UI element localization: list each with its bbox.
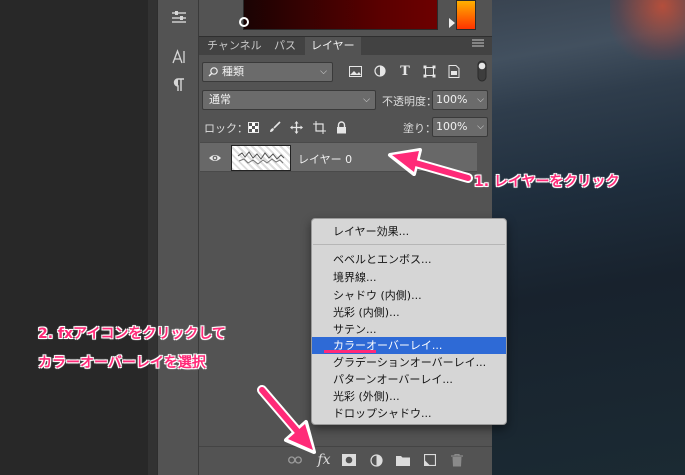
fill-value[interactable]: 100% xyxy=(436,120,467,133)
fx-icon[interactable]: fx xyxy=(314,452,334,468)
opacity-value[interactable]: 100% xyxy=(436,93,467,106)
adjustment-filter-icon[interactable] xyxy=(372,63,388,79)
opacity-label: 不透明度： xyxy=(382,95,437,108)
paragraph-icon[interactable] xyxy=(158,73,200,97)
canvas-area xyxy=(0,0,157,475)
annotation-step2-line2: カラーオーバーレイを選択 xyxy=(38,355,206,371)
fx-label: fx xyxy=(317,452,331,468)
fill-field[interactable]: 100% ⌵ xyxy=(432,117,488,137)
menu-item-drop-shadow[interactable]: ドロップシャドウ... xyxy=(312,405,506,422)
opacity-field[interactable]: 100% ⌵ xyxy=(432,90,488,110)
menu-item-layer-effects[interactable]: レイヤー効果... xyxy=(312,223,506,240)
annotation-step1: 1. レイヤーをクリック xyxy=(474,174,620,190)
lock-move-icon[interactable] xyxy=(289,120,303,134)
tab-paths[interactable]: パス xyxy=(268,37,302,56)
canvas-scroll-edge[interactable] xyxy=(148,0,157,475)
hue-slider-handle[interactable] xyxy=(449,18,455,28)
filter-kind-label: 種類 xyxy=(222,65,244,78)
search-icon xyxy=(208,63,219,87)
background-photo xyxy=(492,0,685,475)
new-layer-icon[interactable] xyxy=(422,452,438,468)
layer-style-menu: レイヤー効果... ベベルとエンボス... 境界線... シャドウ (内側)..… xyxy=(311,218,507,425)
chevron-down-icon: ⌵ xyxy=(363,95,370,105)
menu-item-pattern-overlay[interactable]: パターンオーバーレイ... xyxy=(312,371,506,388)
annotation-underline xyxy=(324,350,376,353)
folder-icon[interactable] xyxy=(395,452,411,468)
smart-object-filter-icon[interactable] xyxy=(446,63,462,79)
layer-name[interactable]: レイヤー 0 xyxy=(298,151,352,167)
color-picker-handle[interactable] xyxy=(239,17,249,27)
chevron-down-icon[interactable]: ⌵ xyxy=(477,118,484,136)
adjust-sliders-icon[interactable] xyxy=(158,5,200,29)
menu-item-inner-glow[interactable]: 光彩 (内側)... xyxy=(312,304,506,321)
menu-separator xyxy=(313,244,505,245)
layer-row[interactable]: レイヤー 0 xyxy=(200,142,477,172)
mask-icon[interactable] xyxy=(341,452,357,468)
adjustment-layer-icon[interactable] xyxy=(368,452,384,468)
background-sky-glow xyxy=(610,0,685,60)
annotation-step2-line1: 2. fxアイコンをクリックして xyxy=(38,326,226,342)
layer-thumbnail-content xyxy=(237,151,285,165)
menu-item-stroke[interactable]: 境界線... xyxy=(312,269,506,286)
lock-brush-icon[interactable] xyxy=(268,120,282,134)
blend-mode-dropdown[interactable]: 通常 ⌵ xyxy=(202,90,376,110)
menu-item-inner-shadow[interactable]: シャドウ (内側)... xyxy=(312,287,506,304)
lock-artboard-icon[interactable] xyxy=(312,120,326,134)
panel-menu-icon[interactable] xyxy=(472,38,484,52)
panel-tabbar: チャンネル パス レイヤー xyxy=(199,36,492,56)
layer-thumbnail[interactable] xyxy=(231,145,291,171)
menu-item-gradient-overlay[interactable]: グラデーションオーバーレイ... xyxy=(312,354,506,371)
lock-label: ロック： xyxy=(204,122,248,135)
menu-item-satin[interactable]: サテン... xyxy=(312,321,506,338)
hue-slider[interactable] xyxy=(456,0,476,30)
panel-icon-strip xyxy=(157,0,199,475)
character-icon[interactable] xyxy=(158,45,200,69)
image-filter-icon[interactable] xyxy=(347,63,363,79)
filter-toggle-switch[interactable] xyxy=(476,60,488,82)
tab-layers[interactable]: レイヤー xyxy=(305,37,361,56)
color-picker-field[interactable] xyxy=(239,0,438,30)
menu-item-bevel-emboss[interactable]: ベベルとエンボス... xyxy=(312,251,506,268)
lock-pixels-icon[interactable] xyxy=(246,120,260,134)
type-filter-icon[interactable]: T xyxy=(397,63,413,79)
shape-filter-icon[interactable] xyxy=(421,63,437,79)
tab-channels[interactable]: チャンネル xyxy=(201,37,268,56)
lock-all-icon[interactable] xyxy=(334,120,348,134)
menu-item-outer-glow[interactable]: 光彩 (外側)... xyxy=(312,388,506,405)
blend-mode-value: 通常 xyxy=(209,93,231,106)
link-icon[interactable] xyxy=(287,452,303,468)
eye-icon[interactable] xyxy=(208,151,222,165)
layer-filter-dropdown[interactable]: 種類 ⌵ xyxy=(202,62,333,82)
chevron-down-icon: ⌵ xyxy=(320,67,327,77)
chevron-down-icon[interactable]: ⌵ xyxy=(477,91,484,109)
trash-icon[interactable] xyxy=(449,452,465,468)
